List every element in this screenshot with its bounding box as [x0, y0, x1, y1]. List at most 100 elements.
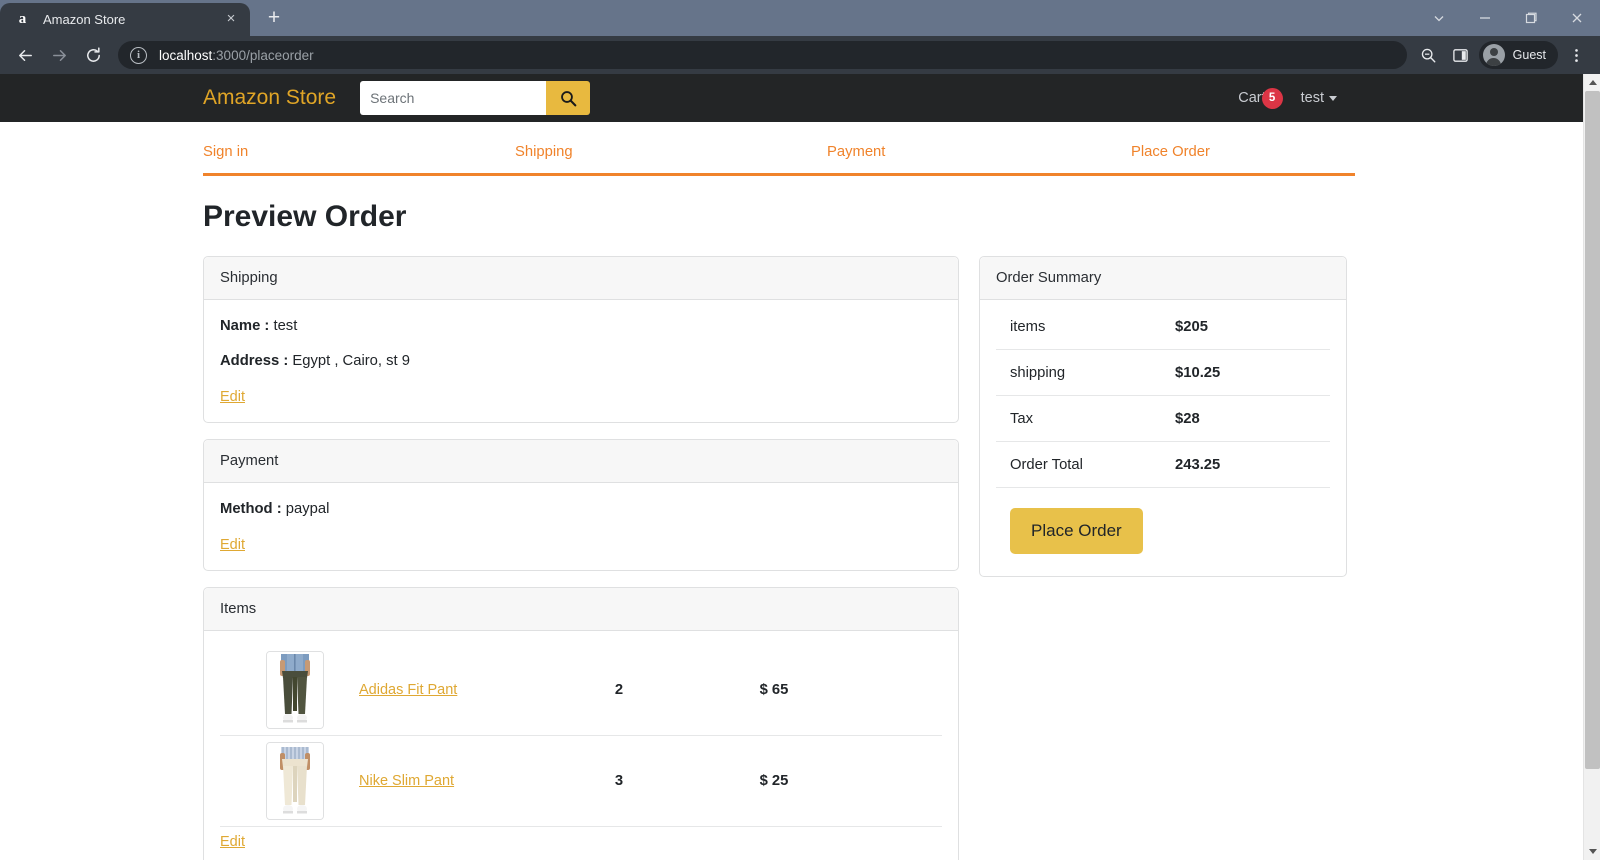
- right-column: Order Summary items $205 shipping $10.25: [979, 256, 1347, 860]
- site-header: Amazon Store Cart 5 test: [0, 74, 1583, 122]
- summary-label: Order Total: [1010, 457, 1083, 473]
- search-input[interactable]: [360, 81, 547, 115]
- step-place-order[interactable]: Place Order: [1051, 144, 1355, 160]
- close-window-button[interactable]: [1554, 0, 1600, 36]
- items-edit-link[interactable]: Edit: [220, 834, 245, 850]
- reload-button[interactable]: [76, 38, 110, 72]
- browser-toolbar: i localhost:3000/placeorder Guest: [0, 36, 1600, 74]
- profile-button[interactable]: Guest: [1478, 41, 1558, 69]
- tab-search-chevron-icon[interactable]: [1416, 0, 1462, 36]
- item-price: $ 25: [759, 773, 789, 789]
- place-order-button[interactable]: Place Order: [1010, 508, 1143, 554]
- summary-row-shipping: shipping $10.25: [996, 350, 1330, 396]
- payment-method-label: Method :: [220, 501, 282, 517]
- scroll-down-arrow-icon[interactable]: [1584, 843, 1600, 860]
- cart-link[interactable]: Cart 5: [1238, 87, 1283, 109]
- payment-method-value: paypal: [285, 501, 330, 517]
- search-button[interactable]: [546, 81, 591, 115]
- summary-row-items: items $205: [996, 304, 1330, 350]
- order-summary-body: items $205 shipping $10.25 Tax $28 Order…: [980, 300, 1346, 576]
- shipping-card: Shipping Name : test Address : Egypt , C…: [203, 256, 959, 423]
- item-name-link[interactable]: Nike Slim Pant: [359, 773, 539, 789]
- payment-edit-link[interactable]: Edit: [220, 537, 245, 553]
- shipping-edit-link[interactable]: Edit: [220, 389, 245, 405]
- close-tab-icon[interactable]: ×: [222, 10, 240, 29]
- new-tab-button[interactable]: +: [257, 4, 291, 34]
- site-info-icon[interactable]: i: [130, 46, 147, 64]
- summary-label: Tax: [1010, 411, 1034, 427]
- checkout-steps: Sign in Shipping Payment Place Order: [203, 144, 1355, 176]
- left-column: Shipping Name : test Address : Egypt , C…: [203, 256, 959, 860]
- summary-value: $205: [1175, 319, 1208, 335]
- payment-card-body: Method : paypal Edit: [204, 483, 958, 570]
- summary-label: shipping: [1010, 365, 1066, 381]
- items-card: Items Adidas Fit Pant 2 $ 65 Nike Slim P…: [203, 587, 959, 860]
- payment-card: Payment Method : paypal Edit: [203, 439, 959, 571]
- amazon-favicon-icon: a: [18, 11, 27, 27]
- item-price: $ 65: [759, 682, 789, 698]
- page-title: Preview Order: [203, 200, 407, 233]
- window-controls: [1416, 0, 1600, 36]
- step-sign-in[interactable]: Sign in: [203, 144, 427, 160]
- summary-value: $28: [1175, 411, 1200, 427]
- site-brand[interactable]: Amazon Store: [203, 86, 336, 110]
- summary-row-tax: Tax $28: [996, 396, 1330, 442]
- browser-tabstrip: a Amazon Store × +: [0, 0, 1600, 36]
- url-host: localhost: [159, 47, 213, 63]
- side-panel-icon[interactable]: [1445, 39, 1477, 71]
- forward-button[interactable]: [42, 38, 76, 72]
- url-path: :3000/placeorder: [212, 47, 314, 63]
- step-shipping[interactable]: Shipping: [427, 144, 739, 160]
- page-viewport: Amazon Store Cart 5 test: [0, 74, 1600, 860]
- table-row: Adidas Fit Pant 2 $ 65: [220, 645, 942, 736]
- address-bar[interactable]: i localhost:3000/placeorder: [118, 41, 1407, 69]
- shipping-address-value: Egypt , Cairo, st 9: [292, 353, 410, 369]
- shipping-card-body: Name : test Address : Egypt , Cairo, st …: [204, 300, 958, 422]
- shipping-name-label: Name :: [220, 318, 270, 334]
- shipping-name-row: Name : test: [220, 318, 942, 334]
- cream-pants-thumbnail: [266, 742, 324, 820]
- payment-method-row: Method : paypal: [220, 501, 942, 517]
- profile-name: Guest: [1512, 48, 1546, 62]
- item-name-link[interactable]: Adidas Fit Pant: [359, 682, 539, 698]
- tab-title: Amazon Store: [43, 12, 126, 27]
- browser-tab[interactable]: a Amazon Store ×: [0, 3, 250, 36]
- page-scrollbar[interactable]: [1583, 74, 1600, 860]
- search-icon: [560, 90, 576, 106]
- chevron-down-icon: [1329, 95, 1337, 101]
- search-form: [360, 81, 591, 115]
- user-menu-label: test: [1300, 90, 1324, 106]
- scroll-up-arrow-icon[interactable]: [1584, 74, 1600, 91]
- maximize-window-button[interactable]: [1508, 0, 1554, 36]
- payment-card-title: Payment: [204, 440, 958, 483]
- back-button[interactable]: [8, 38, 42, 72]
- items-edit-wrap: Edit: [220, 827, 942, 853]
- url-text: localhost:3000/placeorder: [159, 48, 314, 63]
- avatar-icon: [1482, 44, 1505, 66]
- summary-value: $10.25: [1175, 365, 1221, 381]
- minimize-window-button[interactable]: [1462, 0, 1508, 36]
- user-menu[interactable]: test: [1301, 90, 1337, 106]
- checkout-steps-wrap: Sign in Shipping Payment Place Order: [0, 122, 1583, 176]
- summary-row-order-total: Order Total 243.25: [996, 442, 1330, 488]
- web-page: Amazon Store Cart 5 test: [0, 74, 1583, 860]
- order-summary-title: Order Summary: [980, 257, 1346, 300]
- scrollbar-thumb[interactable]: [1585, 91, 1600, 769]
- order-summary-card: Order Summary items $205 shipping $10.25: [979, 256, 1347, 577]
- items-card-body: Adidas Fit Pant 2 $ 65 Nike Slim Pant 3 …: [204, 631, 958, 860]
- shipping-address-row: Address : Egypt , Cairo, st 9: [220, 353, 942, 369]
- summary-label: items: [1010, 319, 1046, 335]
- shipping-name-value: test: [273, 318, 298, 334]
- items-card-title: Items: [204, 588, 958, 631]
- header-right: Cart 5 test: [1238, 87, 1559, 109]
- shipping-address-label: Address :: [220, 353, 289, 369]
- browser-menu-icon[interactable]: [1560, 39, 1592, 71]
- content-columns: Shipping Name : test Address : Egypt , C…: [203, 256, 1583, 860]
- browser-window: a Amazon Store × + i localhost:3000/plac…: [0, 0, 1600, 860]
- step-payment[interactable]: Payment: [739, 144, 1051, 160]
- shipping-card-title: Shipping: [204, 257, 958, 300]
- item-qty: 3: [614, 773, 624, 789]
- cart-count-badge: 5: [1261, 87, 1283, 109]
- zoom-out-icon[interactable]: [1413, 39, 1445, 71]
- item-qty: 2: [614, 682, 624, 698]
